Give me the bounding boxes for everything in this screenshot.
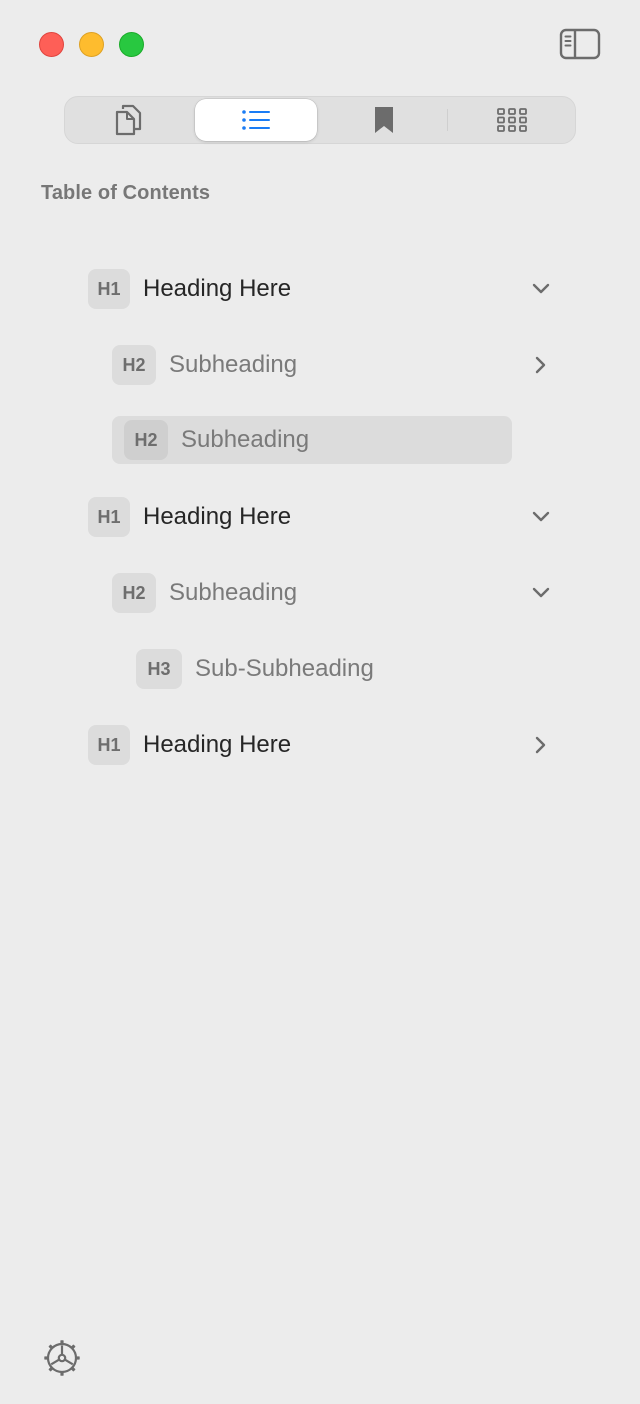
toc-item-label: Heading Here — [143, 503, 292, 530]
chevron-down-icon — [532, 283, 550, 294]
documents-icon — [115, 104, 142, 136]
heading-level-badge: H2 — [124, 420, 168, 460]
toc-item[interactable]: H3 Sub-Subheading — [136, 645, 374, 693]
chevron-down-icon — [532, 587, 550, 598]
chevron-right-icon — [535, 356, 546, 374]
toc-item[interactable]: H1 Heading Here — [88, 493, 291, 541]
view-segmented-control — [64, 96, 576, 144]
minimize-window-button[interactable] — [79, 32, 104, 57]
segment-thumbnails[interactable] — [451, 99, 573, 141]
chevron-right-icon — [535, 736, 546, 754]
zoom-window-button[interactable] — [119, 32, 144, 57]
toc-item-label: Heading Here — [143, 275, 292, 302]
toc-item[interactable]: H1 Heading Here — [88, 721, 291, 769]
segment-bookmarks[interactable] — [323, 99, 445, 141]
toc-item-label: Heading Here — [143, 731, 292, 758]
chevron-down-icon — [532, 511, 550, 522]
heading-level-badge: H1 — [88, 269, 130, 309]
toc-item[interactable]: H1 Heading Here — [88, 265, 291, 313]
heading-level-badge: H3 — [136, 649, 182, 689]
toc-section-title: Table of Contents — [41, 182, 211, 204]
collapse-toggle[interactable] — [528, 276, 554, 302]
toc-item-label: Subheading — [181, 426, 310, 453]
toc-item[interactable]: H2 Subheading — [112, 341, 297, 389]
sidebar-left-icon — [559, 28, 601, 60]
collapse-toggle[interactable] — [528, 504, 554, 530]
segment-table-of-contents[interactable] — [195, 99, 317, 141]
segment-pages[interactable] — [67, 99, 189, 141]
toc-item-selected[interactable]: H2 Subheading — [112, 416, 512, 464]
settings-button[interactable] — [42, 1338, 82, 1378]
toc-item[interactable]: H2 Subheading — [112, 569, 297, 617]
segment-divider — [447, 109, 448, 131]
grid-icon — [497, 108, 527, 132]
toc-item-label: Subheading — [169, 579, 298, 606]
heading-level-badge: H2 — [112, 345, 156, 385]
list-bullet-icon — [242, 110, 270, 130]
expand-toggle[interactable] — [528, 352, 554, 378]
heading-level-badge: H1 — [88, 725, 130, 765]
heading-level-badge: H1 — [88, 497, 130, 537]
sidebar-toggle-button[interactable] — [558, 28, 602, 60]
close-window-button[interactable] — [39, 32, 64, 57]
bookmark-icon — [375, 107, 393, 133]
heading-level-badge: H2 — [112, 573, 156, 613]
toc-item-label: Subheading — [169, 351, 298, 378]
collapse-toggle[interactable] — [528, 580, 554, 606]
expand-toggle[interactable] — [528, 732, 554, 758]
toc-item-label: Sub-Subheading — [195, 655, 374, 682]
gear-icon — [44, 1340, 80, 1376]
